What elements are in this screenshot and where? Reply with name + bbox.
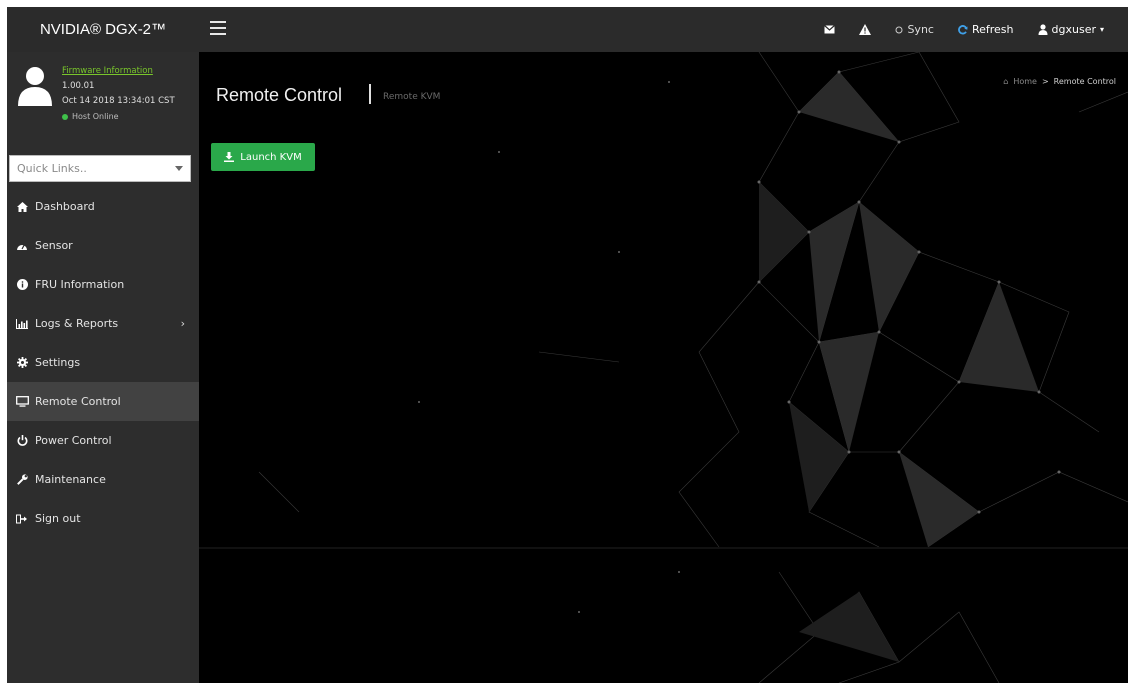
firmware-version: 1.00.01 (62, 81, 95, 91)
refresh-button[interactable]: Refresh (946, 7, 1026, 52)
launch-kvm-button[interactable]: Launch KVM (211, 143, 315, 171)
user-label: dgxuser (1051, 23, 1096, 36)
network-background-image (199, 52, 1128, 683)
sidebar-item-maintenance[interactable]: Maintenance (7, 460, 199, 499)
sidebar-item-dashboard[interactable]: Dashboard (7, 187, 199, 226)
firmware-info: Firmware Information 1.00.01 Oct 14 2018… (62, 64, 175, 124)
page-title: Remote Control (216, 85, 343, 105)
home-icon (15, 200, 29, 214)
info-icon (15, 278, 29, 292)
sidebar-item-power-control[interactable]: Power Control (7, 421, 199, 460)
title-divider (369, 84, 371, 104)
envelope-icon (824, 25, 836, 34)
breadcrumb: ⌂ Home > Remote Control (1003, 77, 1116, 86)
sidebar-menu: Dashboard Sensor FRU Information Logs & … (7, 187, 199, 538)
top-navbar: NVIDIA® DGX-2™ Sync Refresh dgxuser ▾ (7, 7, 1128, 52)
sidebar-item-label: Sign out (35, 512, 81, 525)
sidebar-item-label: Sensor (35, 239, 73, 252)
breadcrumb-current: Remote Control (1053, 77, 1116, 86)
gauge-icon (15, 239, 29, 253)
sidebar-item-remote-control[interactable]: Remote Control (7, 382, 199, 421)
chevron-right-icon: › (180, 317, 185, 330)
host-status: Host Online (62, 109, 175, 124)
quick-links-placeholder: Quick Links.. (17, 162, 87, 175)
breadcrumb-separator: > (1041, 77, 1049, 86)
messages-button[interactable] (812, 7, 847, 52)
avatar-icon (18, 67, 52, 106)
sync-button[interactable]: Sync (883, 7, 946, 52)
user-icon (1038, 24, 1048, 35)
sidebar-item-sign-out[interactable]: Sign out (7, 499, 199, 538)
main-content: Remote Control Remote KVM ⌂ Home > Remot… (199, 52, 1128, 683)
sidebar-item-fru-information[interactable]: FRU Information (7, 265, 199, 304)
launch-kvm-label: Launch KVM (240, 151, 302, 163)
firmware-datetime: Oct 14 2018 13:34:01 CST (62, 96, 175, 106)
top-actions: Sync Refresh dgxuser ▾ (812, 7, 1116, 52)
sidebar-item-sensor[interactable]: Sensor (7, 226, 199, 265)
sync-icon (895, 26, 903, 33)
menu-toggle-icon[interactable] (210, 21, 226, 35)
sidebar-item-label: Logs & Reports (35, 317, 119, 330)
sidebar-item-label: FRU Information (35, 278, 125, 291)
sign-out-icon (15, 512, 29, 526)
sidebar-item-label: Remote Control (35, 395, 121, 408)
wrench-icon (15, 473, 29, 487)
host-status-label: Host Online (72, 112, 119, 121)
status-dot-icon (62, 113, 68, 120)
refresh-icon (958, 24, 968, 34)
sidebar-item-logs-reports[interactable]: Logs & Reports › (7, 304, 199, 343)
caret-down-icon (175, 166, 183, 171)
monitor-icon (15, 395, 29, 409)
sidebar-item-settings[interactable]: Settings (7, 343, 199, 382)
breadcrumb-home-link[interactable]: Home (1013, 77, 1037, 86)
sync-label: Sync (907, 23, 934, 36)
brand-logo[interactable]: NVIDIA® DGX-2™ (7, 7, 199, 52)
sidebar-item-label: Maintenance (35, 473, 106, 486)
chart-icon (15, 317, 29, 331)
profile-panel: Firmware Information 1.00.01 Oct 14 2018… (7, 52, 199, 148)
sidebar-item-label: Settings (35, 356, 81, 369)
app-frame: NVIDIA® DGX-2™ Sync Refresh dgxuser ▾ Fi… (7, 7, 1128, 683)
refresh-label: Refresh (971, 23, 1014, 36)
sidebar: Firmware Information 1.00.01 Oct 14 2018… (7, 52, 199, 683)
quick-links-select[interactable]: Quick Links.. (9, 155, 191, 182)
gear-icon (15, 356, 29, 370)
chevron-down-icon: ▾ (1099, 25, 1104, 34)
warning-icon (859, 24, 872, 35)
firmware-information-link[interactable]: Firmware Information (62, 64, 175, 79)
home-icon: ⌂ (1003, 77, 1009, 86)
sidebar-item-label: Dashboard (35, 200, 95, 213)
sidebar-item-label: Power Control (35, 434, 112, 447)
power-icon (15, 434, 29, 448)
download-icon (224, 152, 235, 162)
alerts-button[interactable] (847, 7, 883, 52)
page-subtitle: Remote KVM (383, 92, 441, 102)
user-menu[interactable]: dgxuser ▾ (1026, 7, 1116, 52)
